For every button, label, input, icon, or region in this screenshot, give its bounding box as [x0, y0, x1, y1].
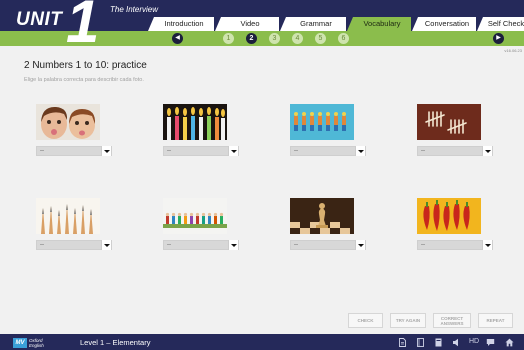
chevron-right-icon[interactable]: ▶ — [493, 33, 504, 44]
footer: MV Oxford English Level 1 – Elementary H… — [0, 334, 524, 350]
step-button-2[interactable]: 2 — [246, 33, 257, 44]
answer-select[interactable]: -- — [36, 146, 112, 156]
section-title: The Interview — [110, 5, 159, 14]
logo-text-line-2: English — [29, 342, 44, 348]
brand-logo: MV Oxford English — [13, 337, 44, 348]
section-tabs: Introduction Video Grammar Vocabulary Co… — [148, 17, 524, 31]
photo-candles — [163, 104, 227, 140]
chevron-down-icon[interactable] — [228, 146, 238, 156]
step-button-5[interactable]: 5 — [315, 33, 326, 44]
home-icon[interactable] — [505, 338, 514, 347]
logo-text: Oxford English — [29, 338, 44, 348]
photo-children — [36, 104, 100, 140]
photo-row-figures — [163, 198, 227, 234]
logo-mark: MV — [13, 337, 27, 348]
answer-select[interactable]: -- — [163, 146, 239, 156]
chevron-down-icon[interactable] — [101, 240, 111, 250]
tab-grammar[interactable]: Grammar — [280, 17, 346, 31]
app-frame: UNIT 1 The Interview Introduction Video … — [0, 0, 524, 350]
select-value: -- — [40, 242, 44, 248]
chevron-down-icon[interactable] — [101, 146, 111, 156]
chat-icon[interactable] — [486, 338, 495, 347]
exercise-item: -- — [163, 198, 239, 250]
step-button-1[interactable]: 1 — [223, 33, 234, 44]
select-value: -- — [294, 242, 298, 248]
select-value: -- — [40, 148, 44, 154]
answer-select[interactable]: -- — [417, 240, 493, 250]
chevron-down-icon[interactable] — [482, 146, 492, 156]
step-indicators: 1 2 3 4 5 6 — [223, 33, 349, 44]
exercise-item: -- — [36, 198, 112, 250]
tab-vocabulary[interactable]: Vocabulary — [347, 17, 411, 31]
chevron-down-icon[interactable] — [228, 240, 238, 250]
exercise-item: -- — [163, 104, 239, 156]
tab-self-check[interactable]: Self Check — [477, 17, 524, 31]
unit-label: UNIT — [16, 9, 63, 30]
answer-select[interactable]: -- — [36, 240, 112, 250]
photo-peppers — [417, 198, 481, 234]
correct-answers-button[interactable]: CORRECT ANSWERS — [433, 313, 471, 328]
exercise-item: -- — [290, 198, 366, 250]
try-again-button[interactable]: TRY AGAIN — [390, 313, 426, 328]
exercise-panel — [12, 52, 512, 332]
unit-number: 1 — [66, 0, 100, 55]
notebook-icon[interactable] — [416, 338, 425, 347]
chevron-down-icon[interactable] — [355, 240, 365, 250]
book-icon[interactable] — [434, 338, 443, 347]
photo-chess — [290, 198, 354, 234]
document-icon[interactable] — [398, 338, 407, 347]
step-button-4[interactable]: 4 — [292, 33, 303, 44]
hd-toggle[interactable]: HD — [469, 338, 479, 345]
select-value: -- — [167, 242, 171, 248]
logo-text-line-1: Oxford — [29, 337, 43, 343]
chevron-down-icon[interactable] — [355, 146, 365, 156]
answer-select[interactable]: -- — [417, 146, 493, 156]
exercise-instructions: Elige la palabra correcta para describir… — [24, 77, 144, 83]
answer-select[interactable]: -- — [290, 146, 366, 156]
photo-pencils — [36, 198, 100, 234]
exercise-item: -- — [417, 104, 493, 156]
chevron-left-icon[interactable]: ◀ — [172, 33, 183, 44]
select-value: -- — [421, 242, 425, 248]
photo-figures-blue — [290, 104, 354, 140]
tab-conversation[interactable]: Conversation — [412, 17, 476, 31]
exercise-item: -- — [417, 198, 493, 250]
exercise-item: -- — [290, 104, 366, 156]
answer-select[interactable]: -- — [290, 240, 366, 250]
tab-video[interactable]: Video — [215, 17, 279, 31]
select-value: -- — [294, 148, 298, 154]
step-button-3[interactable]: 3 — [269, 33, 280, 44]
speaker-icon[interactable] — [452, 338, 461, 347]
level-label: Level 1 – Elementary — [80, 338, 151, 347]
tab-introduction[interactable]: Introduction — [148, 17, 214, 31]
chevron-down-icon[interactable] — [482, 240, 492, 250]
check-button[interactable]: CHECK — [348, 313, 383, 328]
repeat-button[interactable]: REPEAT — [478, 313, 513, 328]
step-button-6[interactable]: 6 — [338, 33, 349, 44]
select-value: -- — [167, 148, 171, 154]
exercise-title: 2 Numbers 1 to 10: practice — [24, 60, 147, 71]
photo-tally-marks — [417, 104, 481, 140]
exercise-item: -- — [36, 104, 112, 156]
answer-select[interactable]: -- — [163, 240, 239, 250]
select-value: -- — [421, 148, 425, 154]
